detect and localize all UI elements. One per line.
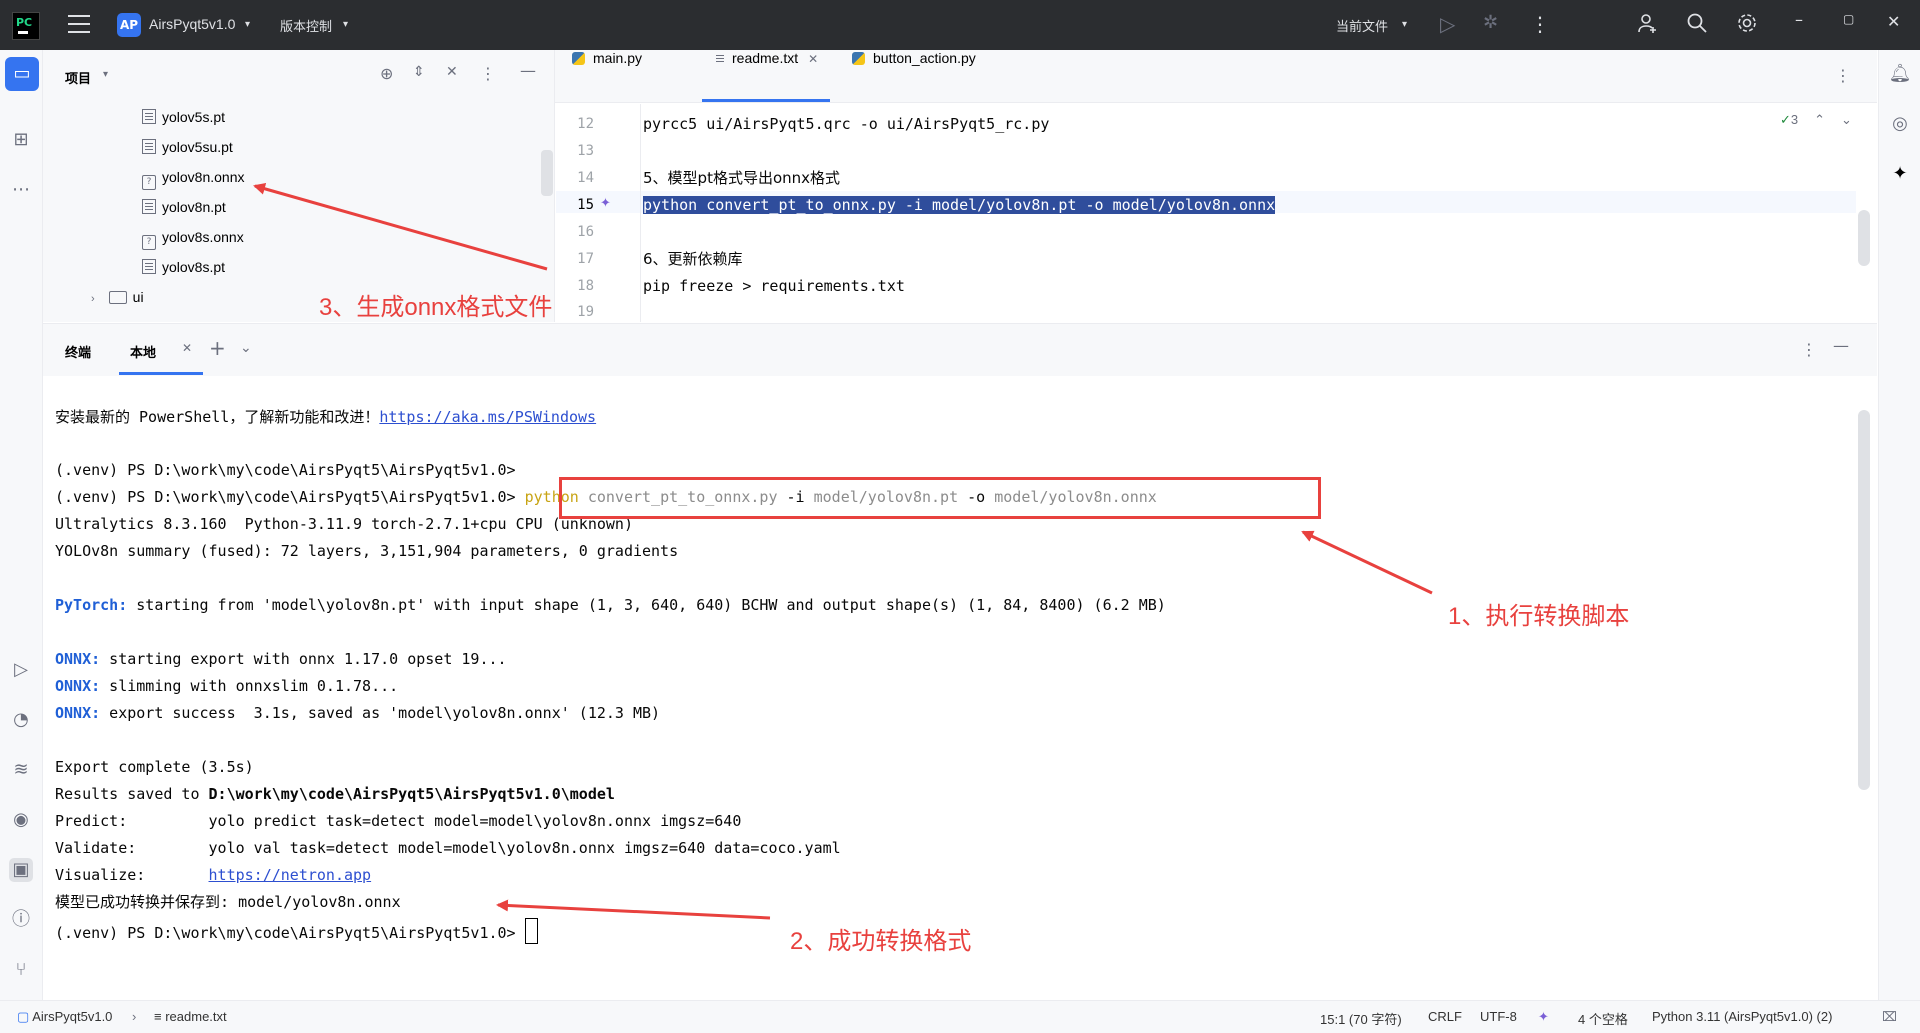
arrow-2: [496, 899, 771, 920]
annotation-label-1: 1、执行转换脚本: [1448, 603, 1630, 630]
caret-position[interactable]: 15:1 (70 字符): [1320, 1009, 1402, 1028]
python-interpreter[interactable]: Python 3.11 (AirsPyqt5v1.0) (2): [1652, 1009, 1832, 1024]
annotation-label-3: 3、生成onnx格式文件: [319, 294, 553, 321]
module-icon: ▢: [17, 1009, 30, 1024]
indent-setting[interactable]: 4 个空格: [1578, 1009, 1628, 1028]
line-separator[interactable]: CRLF: [1428, 1009, 1462, 1024]
annotation-arrows: [253, 182, 1433, 920]
status-bar: ▢ AirsPyqt5v1.0 › ≡ readme.txt 15:1 (70 …: [0, 1000, 1920, 1033]
annotation-label-2: 2、成功转换格式: [790, 928, 972, 955]
text-file-icon: ≡: [154, 1009, 162, 1024]
breadcrumb-separator-icon: ›: [132, 1009, 137, 1024]
ai-status-icon[interactable]: ✦: [1538, 1009, 1549, 1025]
arrow-1: [1301, 530, 1433, 595]
lock-icon[interactable]: ⌧: [1882, 1009, 1897, 1025]
file-encoding[interactable]: UTF-8: [1480, 1009, 1517, 1024]
breadcrumb-file[interactable]: ≡ readme.txt: [154, 1009, 227, 1024]
breadcrumb-project[interactable]: ▢ AirsPyqt5v1.0: [17, 1009, 112, 1025]
arrow-3: [253, 182, 548, 271]
